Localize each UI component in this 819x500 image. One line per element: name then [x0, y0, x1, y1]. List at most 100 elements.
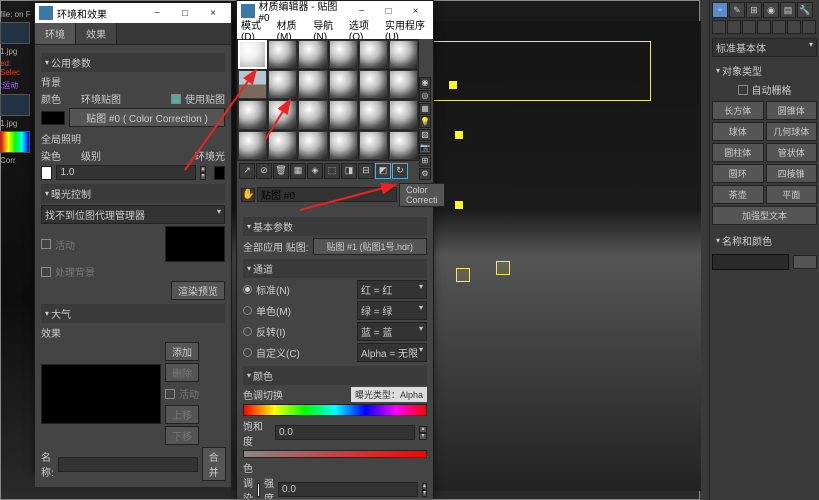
material-editor-window[interactable]: 材质编辑器 - 贴图 #0 − □ × 模式(D) 材质(M) 导航(N) 选项… — [236, 0, 434, 498]
tool-icon[interactable]: ⬚ — [324, 163, 340, 179]
sub-space[interactable] — [787, 20, 801, 34]
process-bg-checkbox[interactable] — [41, 267, 51, 277]
side-tool-icon[interactable]: 💡 — [419, 116, 431, 128]
display-tab[interactable]: ▤ — [780, 2, 796, 18]
material-slot[interactable] — [298, 131, 327, 160]
add-button[interactable]: 添加 — [165, 342, 199, 361]
light-gizmo[interactable] — [455, 131, 463, 139]
ambient-swatch[interactable] — [214, 166, 225, 180]
section-atmosphere[interactable]: 大气 — [41, 304, 225, 323]
radio-normal[interactable] — [243, 285, 252, 294]
radio-invert[interactable] — [243, 327, 252, 336]
material-slot[interactable] — [298, 40, 327, 69]
material-slot[interactable] — [268, 100, 297, 129]
material-slot[interactable] — [329, 100, 358, 129]
up-button[interactable]: 上移 — [165, 405, 199, 424]
material-slot[interactable] — [389, 100, 418, 129]
tube-button[interactable]: 管状体 — [766, 143, 818, 162]
teapot-button[interactable]: 茶壶 — [712, 185, 764, 204]
tool-icon[interactable]: ↻ — [392, 163, 408, 179]
side-tool-icon[interactable]: ▦ — [419, 103, 431, 115]
material-slot[interactable] — [238, 100, 267, 129]
sub-lights[interactable] — [742, 20, 756, 34]
sub-shapes[interactable] — [727, 20, 741, 34]
radio-mono[interactable] — [243, 306, 252, 315]
material-slot[interactable] — [389, 40, 418, 69]
tint-swatch[interactable] — [41, 166, 52, 180]
material-slot[interactable] — [359, 131, 388, 160]
tab-effects[interactable]: 效果 — [76, 23, 117, 44]
radio-custom[interactable] — [243, 348, 252, 357]
thumbnail[interactable] — [0, 131, 30, 153]
sub-helpers[interactable] — [772, 20, 786, 34]
section-basic[interactable]: 基本参数 — [243, 217, 427, 236]
hierarchy-tab[interactable]: ⊞ — [746, 2, 762, 18]
light-gizmo[interactable] — [455, 201, 463, 209]
map-button[interactable]: 贴图 #1 (贴图1号.hdr) — [313, 238, 427, 255]
material-slot[interactable] — [268, 70, 297, 99]
tool-icon[interactable]: ◩ — [375, 163, 391, 179]
bg-color-swatch[interactable] — [41, 111, 65, 125]
thumbnail[interactable] — [0, 22, 30, 44]
str-spinner[interactable]: ▴▾ — [422, 483, 427, 497]
material-slot[interactable] — [359, 40, 388, 69]
plane-button[interactable]: 平面 — [766, 185, 818, 204]
motion-tab[interactable]: ◉ — [763, 2, 779, 18]
torus-button[interactable]: 圆环 — [712, 164, 764, 183]
tool-icon[interactable]: 🗑 — [273, 163, 289, 179]
material-slot[interactable] — [329, 131, 358, 160]
section-object-type[interactable]: 对象类型 — [712, 61, 817, 80]
object-name-input[interactable] — [712, 254, 789, 270]
thumbnail[interactable] — [0, 94, 30, 116]
environment-window[interactable]: 环境和效果 − □ × 环境 效果 公用参数 背景 颜色 环境贴图 使用贴图 贴… — [34, 2, 232, 472]
geosphere-button[interactable]: 几何球体 — [766, 122, 818, 141]
section-common[interactable]: 公用参数 — [41, 53, 225, 72]
object-color-swatch[interactable] — [793, 255, 817, 269]
tab-environment[interactable]: 环境 — [35, 23, 76, 44]
light-gizmo[interactable] — [449, 81, 457, 89]
pyramid-button[interactable]: 四棱锥 — [766, 164, 818, 183]
textplus-button[interactable]: 加强型文本 — [712, 206, 817, 225]
modify-tab[interactable]: ✎ — [729, 2, 745, 18]
primitive-dropdown[interactable]: 标准基本体 — [712, 38, 817, 57]
side-tool-icon[interactable]: ◎ — [419, 90, 431, 102]
sat-slider[interactable] — [243, 450, 427, 458]
minimize-button[interactable]: − — [143, 3, 171, 23]
tool-icon[interactable]: ↗ — [239, 163, 255, 179]
material-slot[interactable] — [268, 131, 297, 160]
material-slot[interactable] — [238, 40, 267, 69]
env-map-button[interactable]: 贴图 #0 ( Color Correction ) — [69, 108, 225, 127]
selection-gizmo[interactable] — [456, 268, 470, 282]
active-checkbox[interactable] — [41, 239, 51, 249]
mat-menubar[interactable]: 模式(D) 材质(M) 导航(N) 选项(O) 实用程序(U) — [237, 21, 433, 39]
hue-slider[interactable] — [243, 404, 427, 416]
level-spinner[interactable]: ▴▾ — [200, 166, 205, 180]
material-slot[interactable] — [268, 40, 297, 69]
use-map-checkbox[interactable] — [171, 94, 181, 104]
tool-icon[interactable]: ▦ — [290, 163, 306, 179]
material-slot[interactable] — [329, 40, 358, 69]
material-slot[interactable] — [389, 131, 418, 160]
material-slot[interactable] — [359, 70, 388, 99]
material-type-button[interactable]: Color Correcti — [399, 183, 445, 207]
effect-name-input[interactable] — [58, 457, 198, 472]
box-button[interactable]: 长方体 — [712, 101, 764, 120]
side-tool-icon[interactable]: ⊞ — [419, 155, 431, 167]
material-slot[interactable] — [329, 70, 358, 99]
material-slot[interactable] — [238, 70, 267, 99]
down-button[interactable]: 下移 — [165, 426, 199, 445]
env-titlebar[interactable]: 环境和效果 − □ × — [35, 3, 231, 23]
green-dropdown[interactable]: 绿 = 绿 — [357, 301, 427, 320]
material-slot[interactable] — [359, 100, 388, 129]
sphere-button[interactable]: 球体 — [712, 122, 764, 141]
material-name-input[interactable] — [257, 187, 397, 202]
side-tool-icon[interactable]: ▨ — [419, 129, 431, 141]
strength-input[interactable] — [278, 482, 418, 497]
tool-icon[interactable]: ⊟ — [358, 163, 374, 179]
blue-dropdown[interactable]: 蓝 = 蓝 — [357, 322, 427, 341]
active-chk[interactable] — [165, 389, 175, 399]
section-exposure[interactable]: 曝光控制 — [41, 184, 225, 203]
section-color[interactable]: 颜色 — [243, 366, 427, 385]
side-tool-icon[interactable]: ◉ — [419, 77, 431, 89]
sub-systems[interactable] — [802, 20, 816, 34]
